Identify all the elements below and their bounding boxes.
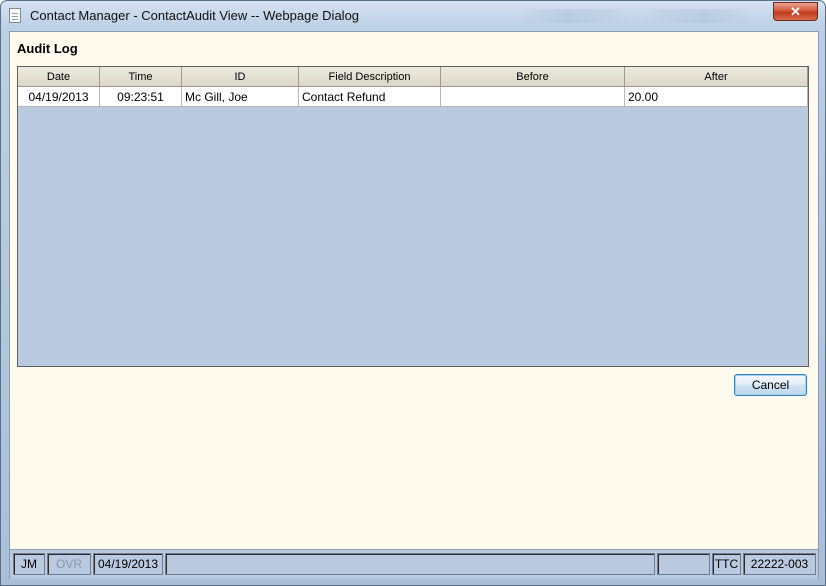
column-header-before[interactable]: Before	[441, 67, 625, 87]
cell-id: Mc Gill, Joe	[182, 87, 299, 107]
status-field-2	[657, 553, 710, 575]
cell-time: 09:23:51	[100, 87, 182, 107]
status-user: JM	[13, 553, 45, 575]
column-header-date[interactable]: Date	[18, 67, 100, 87]
status-bar: JM OVR 04/19/2013 TTC 22222-003	[10, 549, 818, 579]
window-title: Contact Manager - ContactAudit View -- W…	[30, 8, 360, 23]
cell-field-description: Contact Refund	[299, 87, 441, 107]
column-header-field-description[interactable]: Field Description	[299, 67, 441, 87]
page-icon	[9, 8, 21, 23]
dialog-window: Contact Manager - ContactAudit View -- W…	[0, 0, 826, 586]
table-row[interactable]: 04/19/2013 09:23:51 Mc Gill, Joe Contact…	[18, 87, 808, 107]
status-overwrite-mode: OVR	[47, 553, 91, 575]
page-title: Audit Log	[17, 41, 78, 56]
cancel-button[interactable]: Cancel	[734, 374, 807, 396]
status-code: TTC	[712, 553, 741, 575]
close-button[interactable]: ✕	[773, 2, 818, 21]
title-bar-decoration	[521, 9, 751, 23]
cell-date: 04/19/2013	[18, 87, 100, 107]
cell-before	[441, 87, 625, 107]
title-bar[interactable]: Contact Manager - ContactAudit View -- W…	[1, 1, 825, 31]
column-header-after[interactable]: After	[625, 67, 808, 87]
audit-log-table: Date Time ID Field Description Before Af…	[17, 66, 809, 367]
dialog-content: Audit Log Date Time ID Field Description…	[9, 31, 819, 579]
column-header-time[interactable]: Time	[100, 67, 182, 87]
close-icon: ✕	[790, 4, 801, 19]
status-field	[165, 553, 655, 575]
table-header: Date Time ID Field Description Before Af…	[18, 67, 808, 87]
cell-after: 20.00	[625, 87, 808, 107]
status-date: 04/19/2013	[93, 553, 163, 575]
status-reference: 22222-003	[743, 553, 816, 575]
column-header-id[interactable]: ID	[182, 67, 299, 87]
